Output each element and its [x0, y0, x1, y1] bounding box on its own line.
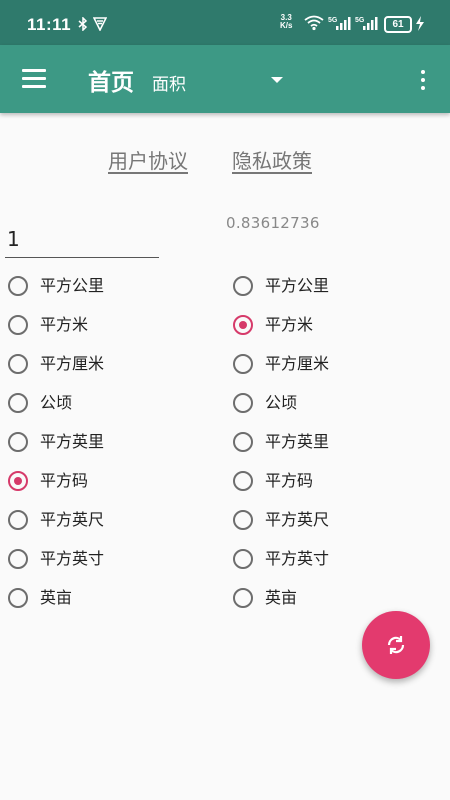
user-agreement-link[interactable]: 用户协议	[108, 145, 188, 174]
radio-button[interactable]	[233, 588, 253, 608]
unit-label: 平方英尺	[40, 510, 105, 529]
unit-label: 平方码	[40, 471, 89, 490]
unit-label: 公顷	[265, 393, 298, 412]
status-bar: 11:11 3.3 K/s 5G 5G 61	[0, 0, 450, 45]
radio-button[interactable]	[233, 510, 253, 530]
app-bar: 首页 面积	[0, 45, 450, 113]
radio-button[interactable]	[233, 354, 253, 374]
radio-button[interactable]	[233, 393, 253, 413]
unit-label: 平方厘米	[40, 354, 105, 373]
bluetooth-icon	[78, 16, 88, 35]
unit-label: 平方英里	[40, 432, 105, 451]
radio-button[interactable]	[8, 315, 28, 335]
svg-text:5G: 5G	[355, 17, 365, 24]
radio-button[interactable]	[233, 549, 253, 569]
unit-label: 平方英寸	[265, 549, 330, 568]
radio-button[interactable]	[8, 510, 28, 530]
radio-button[interactable]	[8, 393, 28, 413]
unit-label: 平方公里	[40, 276, 105, 295]
swap-units-button[interactable]	[362, 611, 430, 679]
overflow-icon[interactable]	[415, 68, 431, 92]
radio-button[interactable]	[8, 432, 28, 452]
unit-label: 英亩	[40, 588, 73, 607]
radio-button[interactable]	[8, 549, 28, 569]
page-title: 首页	[88, 70, 134, 96]
value-input-wrapper	[5, 224, 159, 258]
net-speed: 3.3 K/s	[280, 14, 292, 30]
unit-label: 平方米	[265, 315, 314, 334]
net-speed-unit: K/s	[280, 21, 293, 30]
radio-button[interactable]	[233, 432, 253, 452]
unit-label: 平方英尺	[265, 510, 330, 529]
radio-button-checked[interactable]	[233, 315, 253, 335]
unit-label: 公顷	[40, 393, 73, 412]
radio-button-checked[interactable]	[8, 471, 28, 491]
unit-label: 平方公里	[265, 276, 330, 295]
radio-button[interactable]	[8, 354, 28, 374]
vpn-icon	[92, 16, 108, 35]
charging-icon	[415, 16, 425, 35]
battery-icon: 61	[384, 16, 412, 33]
unit-label: 英亩	[265, 588, 298, 607]
wifi-icon	[303, 15, 325, 35]
dropdown-arrow-icon	[271, 77, 283, 83]
result-value: 0.83612736	[226, 214, 320, 232]
svg-text:5G: 5G	[328, 17, 338, 24]
unit-label: 平方码	[265, 471, 314, 490]
unit-label: 平方厘米	[265, 354, 330, 373]
radio-button[interactable]	[8, 588, 28, 608]
signal-icon: 5G	[355, 15, 379, 35]
radio-button[interactable]	[8, 276, 28, 296]
category-spinner[interactable]: 面积	[150, 61, 290, 97]
value-input[interactable]	[5, 224, 157, 254]
status-time: 11:11	[27, 15, 72, 34]
category-selected: 面积	[152, 75, 186, 95]
unit-label: 平方英里	[265, 432, 330, 451]
menu-icon[interactable]	[22, 69, 46, 89]
privacy-policy-link[interactable]: 隐私政策	[232, 145, 312, 174]
radio-button[interactable]	[233, 276, 253, 296]
unit-label: 平方英寸	[40, 549, 105, 568]
radio-button[interactable]	[233, 471, 253, 491]
signal-icon: 5G	[328, 15, 352, 35]
unit-label: 平方米	[40, 315, 89, 334]
swap-icon	[387, 636, 405, 654]
